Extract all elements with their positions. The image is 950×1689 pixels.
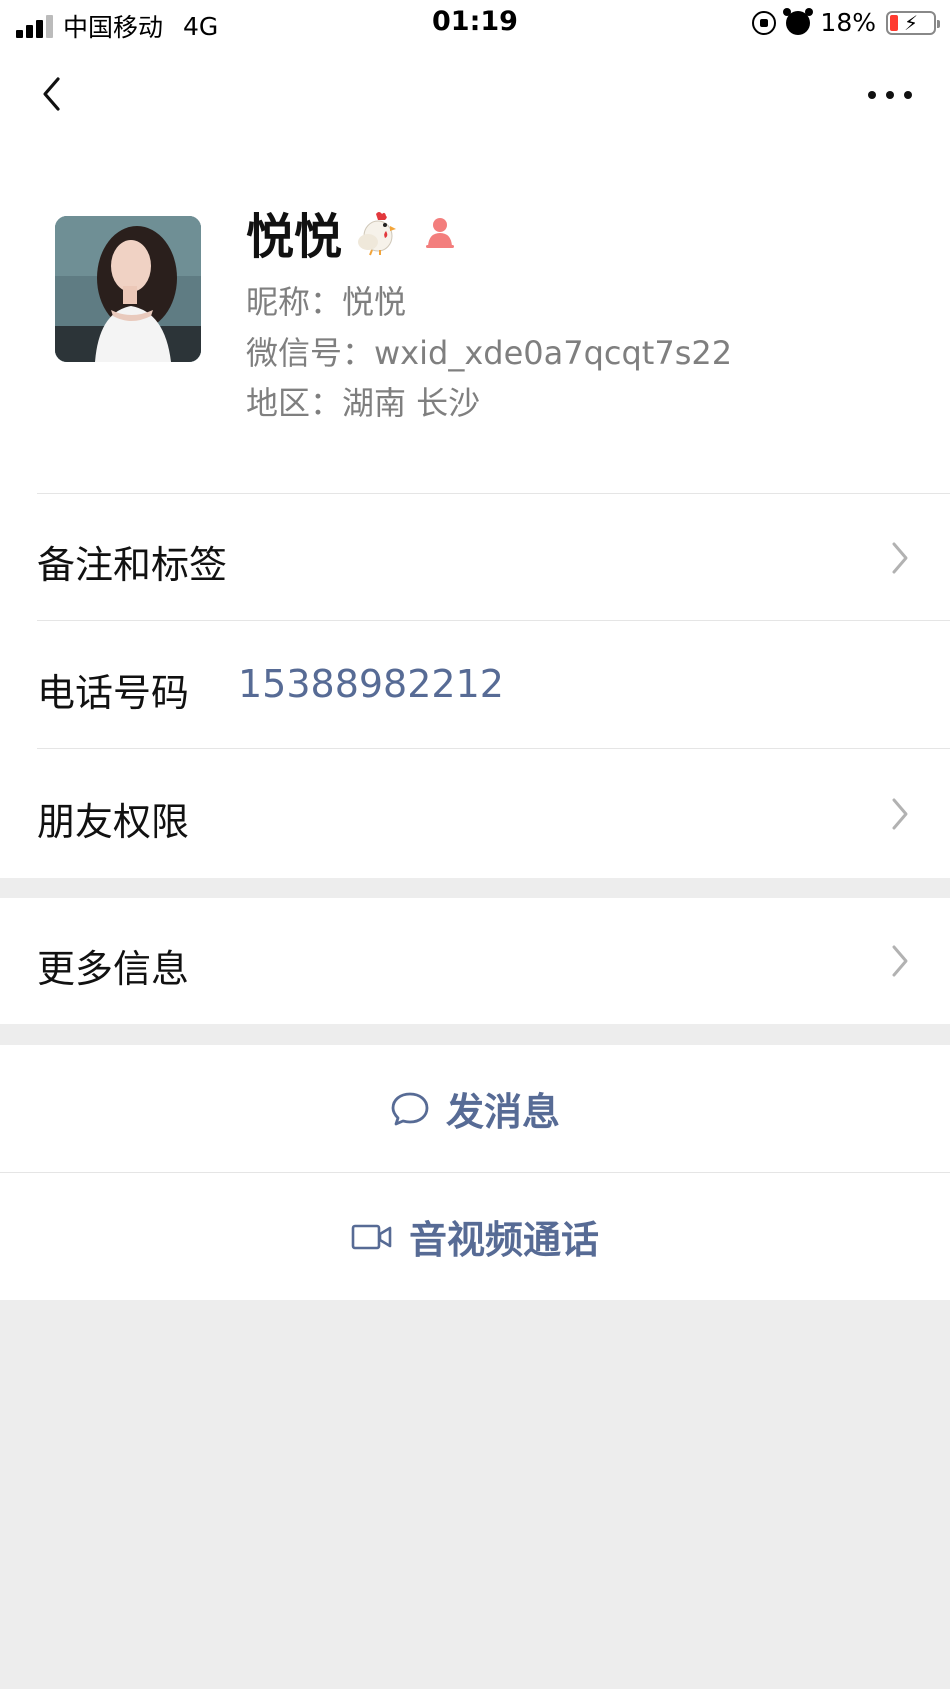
voice-video-call-button[interactable]: 音视频通话 <box>0 1173 950 1300</box>
remarks-and-tags-label: 备注和标签 <box>37 543 228 587</box>
chevron-right-icon <box>892 542 908 574</box>
back-icon[interactable] <box>34 74 74 114</box>
battery-fill <box>890 14 898 31</box>
chevron-right-icon <box>892 945 908 977</box>
send-message-label: 发消息 <box>445 1090 560 1134</box>
avatar-image <box>55 216 201 362</box>
display-name: 悦悦 <box>246 209 343 265</box>
status-right: 18% ⚡ <box>752 7 940 37</box>
more-info-label: 更多信息 <box>37 947 190 991</box>
navigation-bar <box>0 48 950 140</box>
friend-permissions-cell[interactable]: 朋友权限 <box>0 749 950 878</box>
rotation-lock-icon <box>752 10 777 35</box>
female-gender-icon <box>426 218 455 248</box>
nickname-line: 昵称：悦悦 <box>246 283 407 321</box>
status-bar: 中国移动 4G 01:19 18% ⚡ <box>0 0 950 48</box>
chat-bubble-icon <box>391 1092 429 1125</box>
battery-percentage: 18% <box>820 8 876 37</box>
more-info-cell[interactable]: 更多信息 <box>0 898 950 1024</box>
voice-video-call-label: 音视频通话 <box>408 1218 599 1262</box>
avatar[interactable] <box>55 216 201 362</box>
region-line: 地区：湖南 长沙 <box>246 384 481 422</box>
send-message-button[interactable]: 发消息 <box>0 1045 950 1172</box>
alarm-icon <box>783 7 814 35</box>
video-camera-icon <box>351 1224 392 1249</box>
chevron-right-icon <box>892 798 908 830</box>
name-row: 悦悦 <box>246 202 458 265</box>
profile-header: 悦悦 昵称：悦悦 微信号：wxid_xde0a7qcqt7s22 地区：湖南 长… <box>0 140 950 494</box>
contact-profile-screen: 中国移动 4G 01:19 18% ⚡ 悦悦 昵称：悦悦 微信号：wxid_xd… <box>0 0 950 1689</box>
battery-icon: ⚡ <box>886 10 940 35</box>
charging-bolt-icon: ⚡ <box>904 10 919 35</box>
phone-number-cell: 电话号码 15388982212 <box>0 621 950 749</box>
wechat-id-line: 微信号：wxid_xde0a7qcqt7s22 <box>246 334 733 372</box>
friend-permissions-label: 朋友权限 <box>37 800 190 844</box>
phone-number-label: 电话号码 <box>37 671 190 715</box>
remarks-and-tags-cell[interactable]: 备注和标签 <box>0 494 950 621</box>
more-options-icon[interactable] <box>868 88 912 102</box>
phone-number-value[interactable]: 15388982212 <box>238 662 504 706</box>
rooster-emoji-icon <box>358 212 397 256</box>
